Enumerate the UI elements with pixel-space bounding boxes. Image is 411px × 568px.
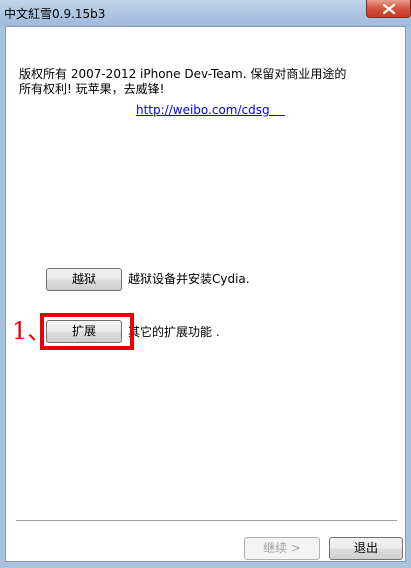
jailbreak-description: 越狱设备并安装Cydia.	[128, 272, 250, 286]
close-button[interactable]	[366, 0, 411, 18]
extras-description: 其它的扩展功能 .	[128, 325, 220, 339]
close-icon	[383, 4, 395, 14]
next-button[interactable]: 继续 >	[244, 537, 320, 560]
copyright-text: 版权所有 2007-2012 iPhone Dev-Team. 保留对商业用途的…	[19, 67, 347, 96]
highlight-box	[40, 313, 134, 350]
window-title: 中文紅雪0.9.15b3	[4, 7, 106, 21]
exit-button[interactable]: 退出	[329, 537, 403, 560]
footer-separator	[16, 520, 397, 522]
weibo-link[interactable]: http://weibo.com/cdsg	[136, 103, 285, 117]
window-client-area: 版权所有 2007-2012 iPhone Dev-Team. 保留对商业用途的…	[5, 26, 406, 562]
title-bar: 中文紅雪0.9.15b3	[0, 0, 411, 26]
jailbreak-button[interactable]: 越狱	[46, 268, 122, 291]
step-annotation: 1、	[12, 317, 52, 345]
